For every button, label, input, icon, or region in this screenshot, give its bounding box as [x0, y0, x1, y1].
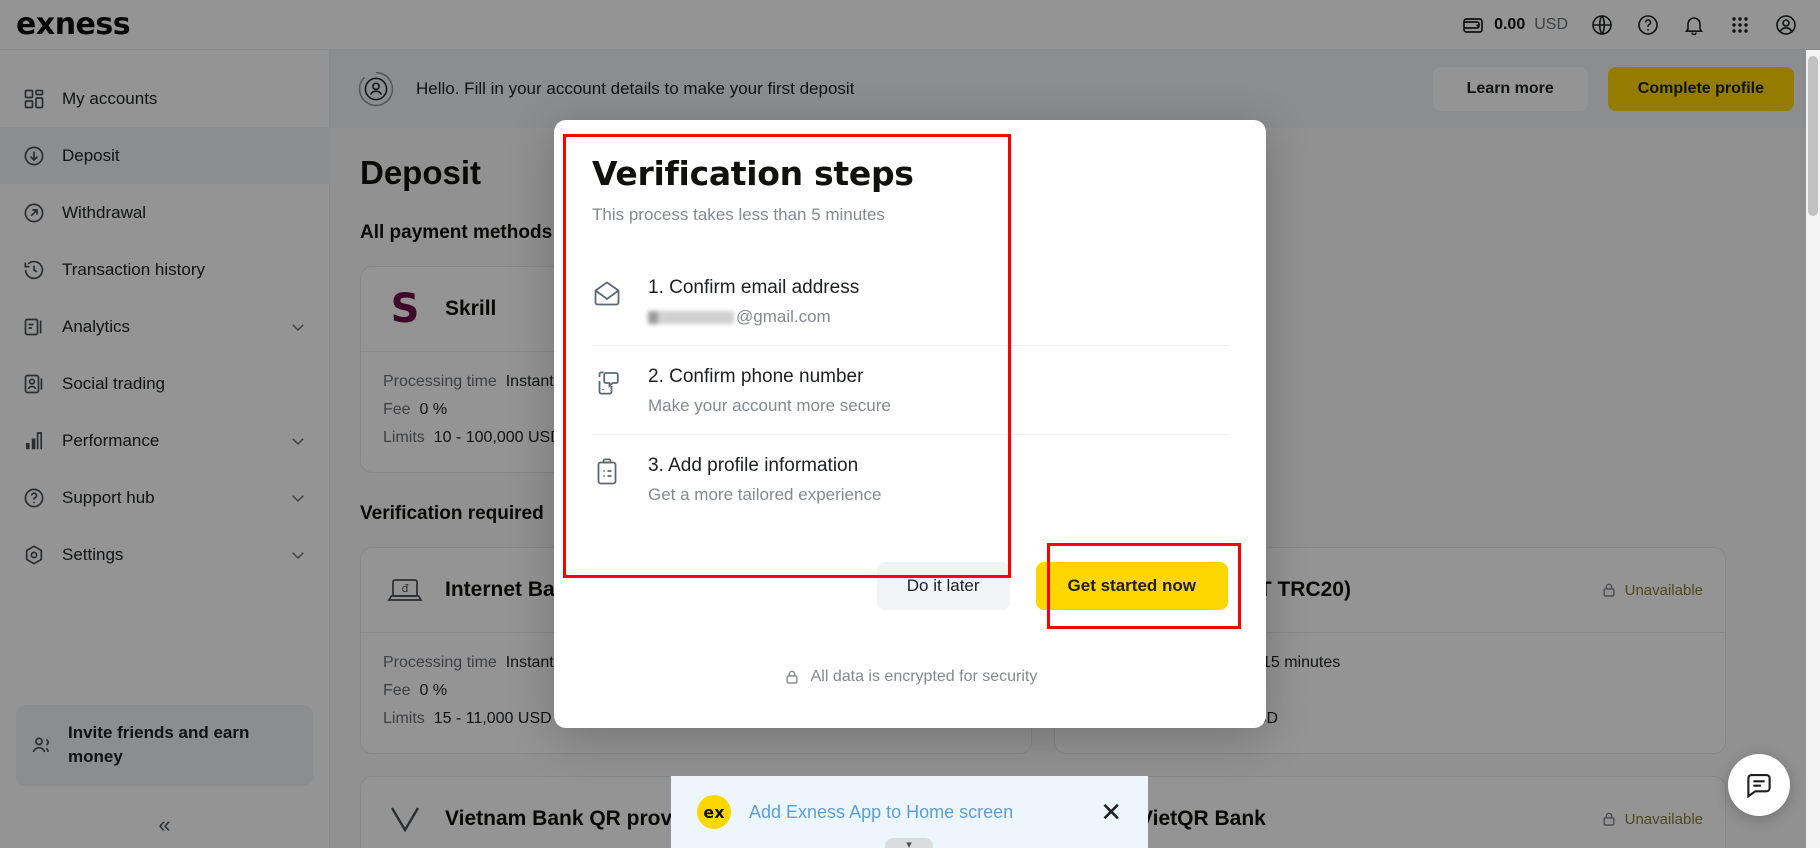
masked-email-prefix — [648, 310, 734, 324]
toast-message[interactable]: Add Exness App to Home screen — [749, 802, 1082, 823]
step-description: Get a more tailored experience — [648, 485, 882, 504]
clipboard-icon — [597, 458, 617, 485]
chat-support-button[interactable] — [1728, 754, 1790, 816]
chat-bubble-icon — [1747, 773, 1771, 799]
step-title: 2. Confirm phone number — [648, 366, 864, 387]
email-domain: @gmail.com — [736, 307, 831, 326]
step-text: 3. Add profile information Get a more ta… — [648, 455, 881, 505]
do-it-later-button[interactable]: Do it later — [876, 562, 1010, 610]
app-root: exness 0.00 USD My accounts Deposit With… — [0, 0, 1820, 848]
verification-step-list: 1. Confirm email address @gmail.com 2. C… — [592, 263, 1228, 523]
modal-title: Verification steps — [592, 154, 914, 193]
step-title: 1. Confirm email address — [648, 277, 860, 298]
phone-chat-icon — [598, 371, 619, 395]
close-icon[interactable]: ✕ — [1100, 799, 1122, 825]
step-title: 3. Add profile information — [648, 455, 859, 476]
step-description: @gmail.com — [648, 307, 859, 327]
verification-step-profile[interactable]: 3. Add profile information Get a more ta… — [592, 434, 1228, 523]
modal-actions: Do it later Get started now — [876, 562, 1228, 610]
toast-drag-handle[interactable]: ▾ — [885, 838, 933, 848]
modal-body: Verification steps This process takes le… — [554, 120, 1266, 523]
envelope-icon — [594, 281, 620, 306]
modal-footer-note: All data is encrypted for security — [554, 668, 1266, 686]
verification-steps-modal: Verification steps This process takes le… — [554, 120, 1266, 728]
verification-step-email[interactable]: 1. Confirm email address @gmail.com — [592, 263, 1228, 345]
verification-step-phone[interactable]: 2. Confirm phone number Make your accoun… — [592, 345, 1228, 434]
exness-app-icon: ex — [697, 795, 731, 829]
page-scrollbar[interactable] — [1806, 50, 1820, 848]
modal-subtitle: This process takes less than 5 minutes — [592, 205, 885, 224]
encryption-note: All data is encrypted for security — [810, 668, 1038, 685]
step-description: Make your account more secure — [648, 396, 891, 415]
lock-icon — [786, 670, 798, 684]
step-text: 2. Confirm phone number Make your accoun… — [648, 366, 891, 416]
scrollbar-thumb[interactable] — [1808, 56, 1818, 216]
get-started-now-button[interactable]: Get started now — [1035, 562, 1228, 610]
step-text: 1. Confirm email address @gmail.com — [648, 277, 859, 327]
